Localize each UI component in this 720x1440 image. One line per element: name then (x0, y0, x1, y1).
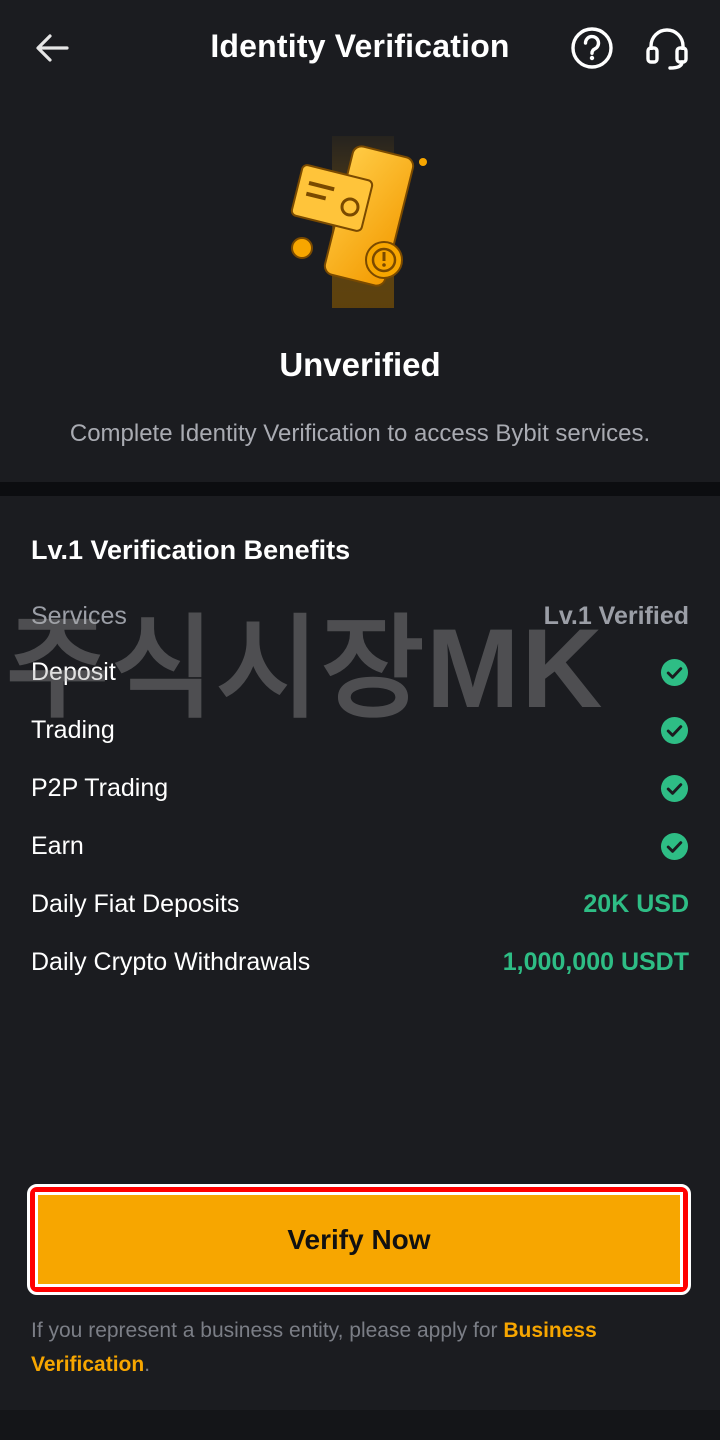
benefit-value: 1,000,000 USDT (502, 947, 689, 976)
headset-icon (646, 28, 688, 70)
verify-button-highlight: Verify Now (27, 1184, 691, 1295)
benefit-label: Deposit (31, 657, 116, 686)
verification-status-title: Unverified (279, 346, 441, 383)
benefit-label: P2P Trading (31, 773, 169, 802)
benefit-row: P2P Trading (31, 768, 689, 808)
check-circle-icon (660, 716, 689, 744)
verify-now-button[interactable]: Verify Now (38, 1195, 680, 1284)
check-circle-icon (660, 832, 689, 860)
benefit-row: Deposit (31, 652, 689, 692)
benefit-label: Daily Crypto Withdrawals (31, 947, 311, 976)
check-circle-icon (660, 774, 689, 802)
bottom-navigation-area (0, 1410, 720, 1440)
benefits-table-header: Services Lv.1 Verified (31, 596, 689, 636)
question-circle-icon (571, 27, 613, 69)
verification-status-description: Complete Identity Verification to access… (69, 420, 651, 447)
level-column-header: Lv.1 Verified (543, 601, 689, 630)
business-note-text: If you represent a business entity, plea… (31, 1319, 504, 1342)
benefit-row: Daily Crypto Withdrawals 1,000,000 USDT (31, 942, 689, 982)
check-circle-icon (660, 658, 689, 686)
verify-button-frame: Verify Now (35, 1192, 683, 1287)
services-column-header: Services (31, 601, 127, 630)
help-button[interactable] (568, 24, 616, 72)
benefits-title: Lv.1 Verification Benefits (31, 535, 351, 565)
benefit-row: Daily Fiat Deposits 20K USD (31, 884, 689, 924)
benefit-label: Daily Fiat Deposits (31, 889, 240, 918)
top-bar: Identity Verification (0, 0, 720, 96)
section-divider (0, 482, 720, 496)
benefit-row: Trading (31, 710, 689, 750)
id-verification-illustration (280, 132, 440, 312)
benefit-row: Earn (31, 826, 689, 866)
business-verification-note: If you represent a business entity, plea… (31, 1314, 671, 1382)
support-button[interactable] (642, 24, 692, 72)
business-note-suffix: . (144, 1353, 151, 1376)
benefit-value: 20K USD (583, 889, 689, 918)
benefit-label: Trading (31, 715, 115, 744)
benefit-label: Earn (31, 831, 84, 860)
